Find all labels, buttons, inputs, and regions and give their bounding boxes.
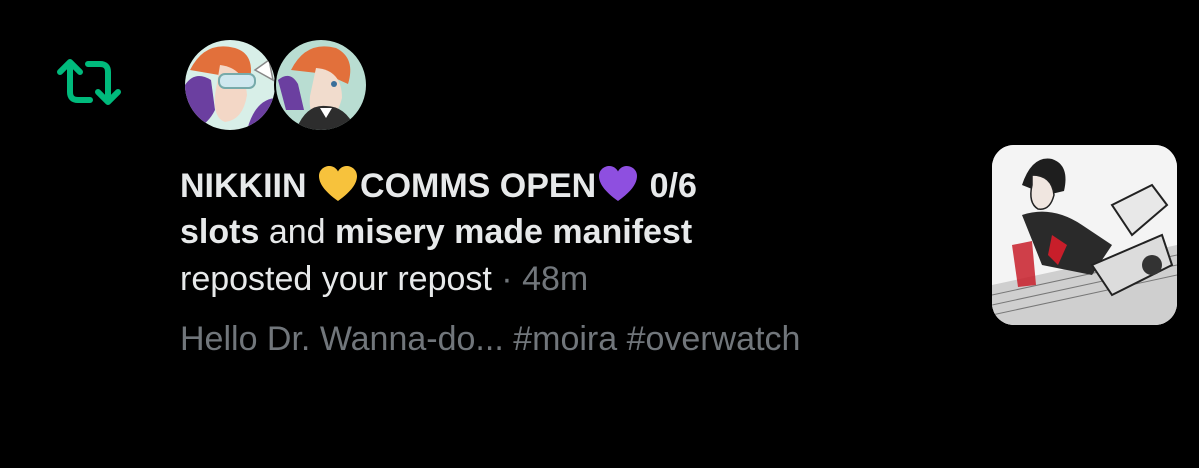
notification-item[interactable]: NIKKIIN COMMS OPEN 0/6 slots and misery …	[0, 0, 1199, 468]
action-line: reposted your repost · 48m	[180, 256, 940, 302]
user-name-part[interactable]: slots	[180, 213, 259, 251]
notification-content: NIKKIIN COMMS OPEN 0/6 slots and misery …	[180, 163, 940, 362]
conjunction-text: and	[268, 213, 326, 251]
user-name-part[interactable]: COMMS OPEN	[360, 167, 596, 205]
repost-icon	[54, 56, 124, 108]
yellow-heart-emoji	[318, 165, 358, 203]
post-preview-text[interactable]: Hello Dr. Wanna-do... #moira #overwatch	[180, 316, 820, 362]
avatar[interactable]	[183, 38, 277, 132]
avatar[interactable]	[274, 38, 368, 132]
purple-heart-emoji	[598, 165, 638, 203]
user-name-link[interactable]: misery made manifest	[335, 213, 692, 251]
action-text: reposted your repost	[180, 260, 492, 298]
post-thumbnail[interactable]	[992, 145, 1177, 325]
timestamp: 48m	[522, 260, 589, 298]
notification-headline: NIKKIIN COMMS OPEN 0/6 slots and misery …	[180, 163, 940, 255]
user-name-part[interactable]: 0/6	[650, 167, 697, 205]
user-name-link[interactable]: NIKKIIN	[180, 167, 307, 205]
separator-dot: ·	[501, 260, 513, 298]
avatar-group	[183, 38, 368, 134]
